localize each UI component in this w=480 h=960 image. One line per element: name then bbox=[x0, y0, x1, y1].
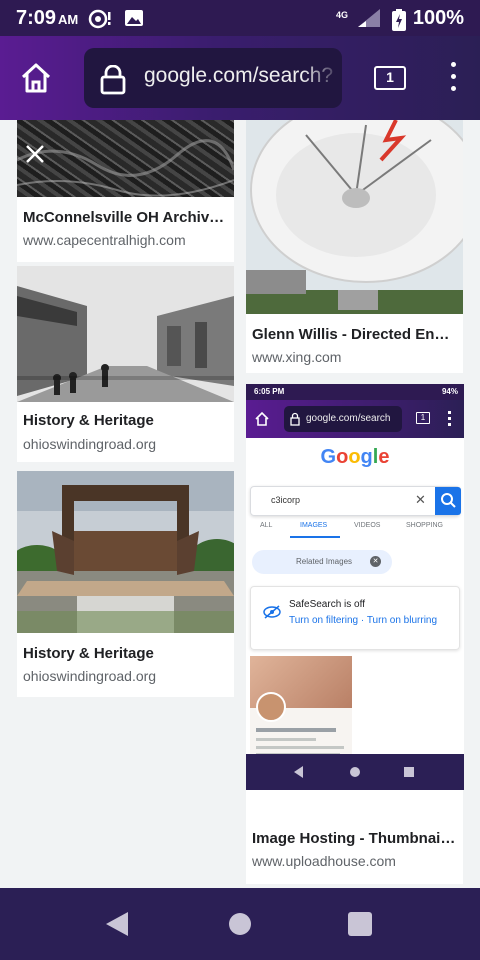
inner-toolbar: google.com/search 1 bbox=[246, 400, 464, 438]
home-button[interactable] bbox=[16, 58, 56, 98]
result-thumbnail[interactable]: 6:05 PM 94% google.com/search 1 Google c… bbox=[246, 384, 464, 790]
inner-search-query: c3icorp bbox=[271, 495, 301, 505]
inner-menu-icon bbox=[448, 411, 451, 427]
monument-photo bbox=[17, 471, 234, 633]
notification-icon bbox=[88, 9, 111, 29]
inner-home-icon bbox=[255, 411, 269, 426]
inner-google-letter: o bbox=[348, 446, 361, 468]
result-card[interactable]: McConnelsville OH Archive… www.capecentr… bbox=[17, 120, 234, 262]
inner-text-line bbox=[256, 738, 316, 741]
inner-url-text: google.com/search bbox=[306, 413, 391, 424]
result-title[interactable]: Glenn Willis - Directed Ener… bbox=[252, 326, 457, 343]
inner-avatar bbox=[256, 692, 286, 722]
result-title[interactable]: McConnelsville OH Archive… bbox=[23, 209, 228, 226]
result-source: www.capecentralhigh.com bbox=[23, 232, 186, 248]
more-menu-button[interactable] bbox=[446, 62, 460, 96]
inner-tab: VIDEOS bbox=[354, 522, 381, 529]
battery-percent: 100% bbox=[412, 7, 464, 29]
inner-google-logo: Google bbox=[246, 446, 464, 469]
result-title[interactable]: Image Hosting - Thumbnail … bbox=[252, 830, 457, 847]
result-thumbnail[interactable] bbox=[17, 471, 234, 633]
inner-tab-underline bbox=[290, 536, 340, 538]
street-photo bbox=[17, 266, 234, 402]
result-card[interactable]: 6:05 PM 94% google.com/search 1 Google c… bbox=[246, 384, 464, 884]
inner-tab: SHOPPING bbox=[406, 522, 443, 529]
result-source: ohioswindingroad.org bbox=[23, 436, 157, 452]
result-card[interactable]: History & Heritage ohioswindingroad.org bbox=[17, 471, 234, 697]
archive-photo bbox=[17, 120, 234, 197]
inner-text-line bbox=[256, 746, 344, 749]
more-vert-icon-dot bbox=[450, 62, 456, 67]
inner-battery: 94% bbox=[441, 387, 458, 396]
status-time-value: 7:09 bbox=[16, 7, 57, 29]
inner-chip-label: Related Images bbox=[296, 557, 353, 566]
result-source: www.xing.com bbox=[252, 349, 342, 365]
back-icon[interactable] bbox=[106, 912, 128, 936]
status-time: 7:09 AM bbox=[16, 7, 78, 30]
inner-search-icon bbox=[441, 493, 456, 508]
signal-icon: 4G bbox=[336, 9, 380, 27]
inner-time-ampm: PM bbox=[272, 387, 285, 396]
result-card[interactable]: History & Heritage ohioswindingroad.org bbox=[17, 266, 234, 462]
home-icon bbox=[21, 63, 51, 93]
image-results-grid: McConnelsville OH Archive… www.capecentr… bbox=[0, 120, 480, 888]
inner-back-icon bbox=[294, 766, 303, 778]
result-source: www.uploadhouse.com bbox=[252, 853, 396, 869]
inner-google-letter: G bbox=[320, 446, 337, 468]
close-icon[interactable] bbox=[25, 144, 45, 164]
inner-recents-icon bbox=[404, 767, 414, 777]
result-thumbnail[interactable] bbox=[17, 120, 234, 197]
inner-eye-off-icon bbox=[263, 605, 281, 619]
recents-icon[interactable] bbox=[348, 912, 372, 936]
inner-google-letter: o bbox=[336, 446, 349, 468]
result-title[interactable]: History & Heritage bbox=[23, 645, 228, 662]
inner-google-letters: Google bbox=[321, 446, 390, 468]
inner-home-nav-icon bbox=[350, 767, 360, 777]
inner-nav-bar bbox=[246, 754, 464, 790]
lock-icon bbox=[100, 65, 126, 95]
inner-search-box: c3icorp ✕ bbox=[250, 486, 461, 516]
inner-safesearch-card: SafeSearch is off Turn on filtering · Tu… bbox=[250, 586, 460, 650]
inner-related-chip: Related Images ✕ bbox=[252, 550, 392, 574]
inner-screenshot: 6:05 PM 94% google.com/search 1 Google c… bbox=[246, 384, 464, 790]
url-fade bbox=[302, 48, 342, 108]
inner-chip-close-icon: ✕ bbox=[370, 556, 381, 567]
inner-text-line bbox=[256, 728, 336, 732]
status-time-ampm: AM bbox=[58, 12, 79, 27]
inner-tab: ALL bbox=[260, 522, 273, 529]
inner-tab-active: IMAGES bbox=[300, 522, 328, 529]
inner-tab-count: 1 bbox=[416, 412, 430, 424]
inner-google-letter: e bbox=[378, 446, 390, 468]
satellite-dish-photo bbox=[246, 120, 463, 314]
inner-search-button bbox=[435, 487, 461, 515]
tab-switcher-button[interactable]: 1 bbox=[374, 66, 406, 90]
image-notification-icon bbox=[125, 10, 143, 26]
inner-clear-icon: ✕ bbox=[415, 492, 426, 507]
browser-toolbar: google.com/search? 1 bbox=[0, 36, 480, 120]
battery-icon bbox=[392, 9, 406, 31]
inner-status-bar: 6:05 PM 94% bbox=[246, 384, 464, 400]
inner-lock-icon bbox=[290, 412, 300, 426]
inner-time: 6:05 PM bbox=[254, 387, 284, 396]
result-thumbnail[interactable] bbox=[17, 266, 234, 402]
result-title[interactable]: History & Heritage bbox=[23, 412, 228, 429]
result-thumbnail[interactable] bbox=[246, 120, 463, 314]
status-bar: 7:09 AM 4G 100% bbox=[0, 0, 480, 36]
inner-time-value: 6:05 bbox=[254, 387, 271, 396]
inner-search-tabs: ALL IMAGES VIDEOS SHOPPING bbox=[246, 522, 464, 542]
inner-safesearch-links: Turn on filtering · Turn on blurring bbox=[289, 615, 438, 626]
result-source: ohioswindingroad.org bbox=[23, 668, 157, 684]
more-vert-icon-dot bbox=[450, 86, 456, 91]
inner-url-bar: google.com/search bbox=[284, 406, 402, 432]
inner-safesearch-title: SafeSearch is off bbox=[289, 599, 365, 610]
url-bar[interactable]: google.com/search? bbox=[84, 48, 342, 108]
inner-google-letter: g bbox=[360, 446, 373, 468]
network-type-label: 4G bbox=[336, 10, 348, 20]
result-card[interactable]: Glenn Willis - Directed Ener… www.xing.c… bbox=[246, 120, 463, 373]
system-nav-bar bbox=[0, 888, 480, 960]
home-nav-icon[interactable] bbox=[229, 913, 251, 935]
more-vert-icon-dot bbox=[450, 74, 456, 79]
